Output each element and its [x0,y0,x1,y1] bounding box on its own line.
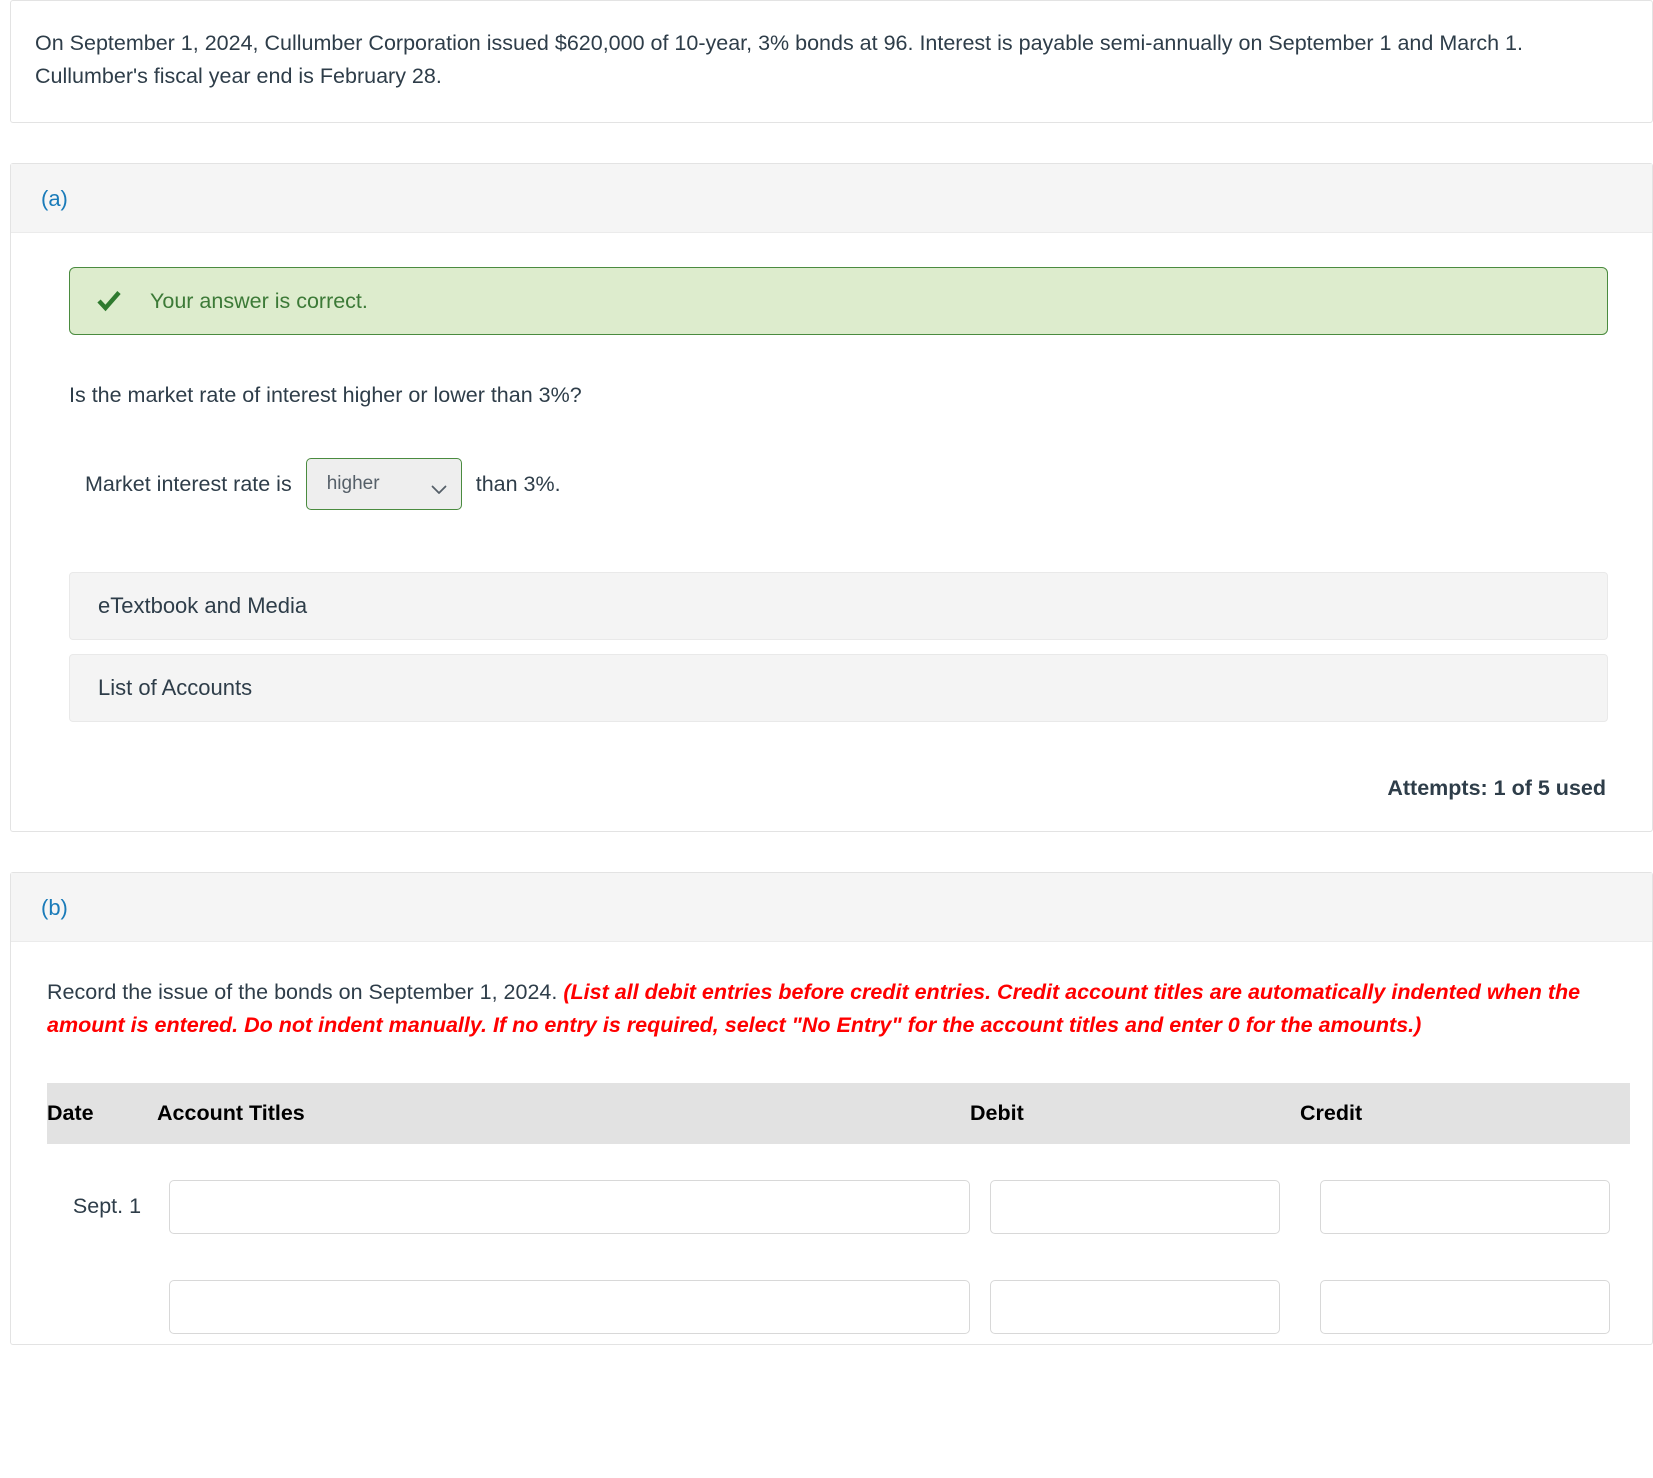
row-date-2 [47,1270,157,1344]
header-credit: Credit [1300,1082,1630,1144]
attempts-counter: Attempts: 1 of 5 used [1387,776,1606,801]
problem-statement-text: On September 1, 2024, Cullumber Corporat… [35,31,1523,88]
credit-input-1[interactable] [1320,1179,1610,1234]
part-b-header: (b) [11,873,1652,943]
row-date-1: Sept. 1 [72,1194,142,1219]
list-of-accounts-button[interactable]: List of Accounts [69,654,1608,723]
part-a-label: (a) [41,186,68,212]
journal-entry-table: Date Account Titles Debit Credit Sept. 1 [47,1082,1630,1344]
market-rate-answer-row: Market interest rate is higher than 3%. [85,458,1628,511]
account-title-input-2[interactable] [169,1279,970,1334]
table-row-spacer [47,1244,1630,1270]
credit-input-2[interactable] [1320,1279,1610,1334]
record-instruction-text: Record the issue of the bonds on Septemb… [47,980,558,1005]
row-debit-cell-2 [970,1270,1300,1344]
table-row [47,1270,1630,1344]
answer-correct-banner: Your answer is correct. [69,267,1608,336]
part-b-label: (b) [41,895,68,921]
row-account-cell-2 [157,1270,970,1344]
part-a-card: (a) Your answer is correct. Is the marke… [10,163,1653,833]
part-b-body: Record the issue of the bonds on Septemb… [11,942,1652,1344]
market-rate-prefix: Market interest rate is [85,471,292,496]
row-credit-cell-1 [1300,1170,1630,1244]
header-account-titles: Account Titles [157,1082,970,1144]
table-row: Sept. 1 [47,1170,1630,1244]
row-account-cell-1 [157,1170,970,1244]
etextbook-and-media-button[interactable]: eTextbook and Media [69,572,1608,641]
journal-table-head: Date Account Titles Debit Credit [47,1082,1630,1144]
journal-header-row: Date Account Titles Debit Credit [47,1082,1630,1144]
journal-table-body: Sept. 1 [47,1144,1630,1344]
part-b-card: (b) Record the issue of the bonds on Sep… [10,872,1653,1345]
row-debit-cell-1 [970,1170,1300,1244]
problem-statement-card: On September 1, 2024, Cullumber Corporat… [10,0,1653,124]
debit-input-2[interactable] [990,1279,1280,1334]
part-a-question: Is the market rate of interest higher or… [69,383,582,408]
part-b-instructions: Record the issue of the bonds on Septemb… [11,942,1652,1041]
chevron-down-icon [431,479,447,495]
button-gap [35,640,1628,654]
section-gap-2 [0,832,1653,872]
part-a-header: (a) [11,164,1652,234]
header-debit: Debit [970,1082,1300,1144]
market-rate-suffix: than 3%. [475,471,561,496]
account-title-input-1[interactable] [169,1179,970,1234]
assignment-page: On September 1, 2024, Cullumber Corporat… [0,0,1653,1345]
table-top-spacer [47,1144,1630,1170]
market-rate-dropdown-value: higher [326,473,380,495]
check-icon [96,288,122,314]
part-a-body: Your answer is correct. Is the market ra… [11,233,1652,831]
row-credit-cell-2 [1300,1270,1630,1344]
header-date: Date [47,1082,157,1144]
debit-input-1[interactable] [990,1179,1280,1234]
market-rate-dropdown[interactable]: higher [305,458,462,511]
answer-correct-text: Your answer is correct. [150,288,368,313]
